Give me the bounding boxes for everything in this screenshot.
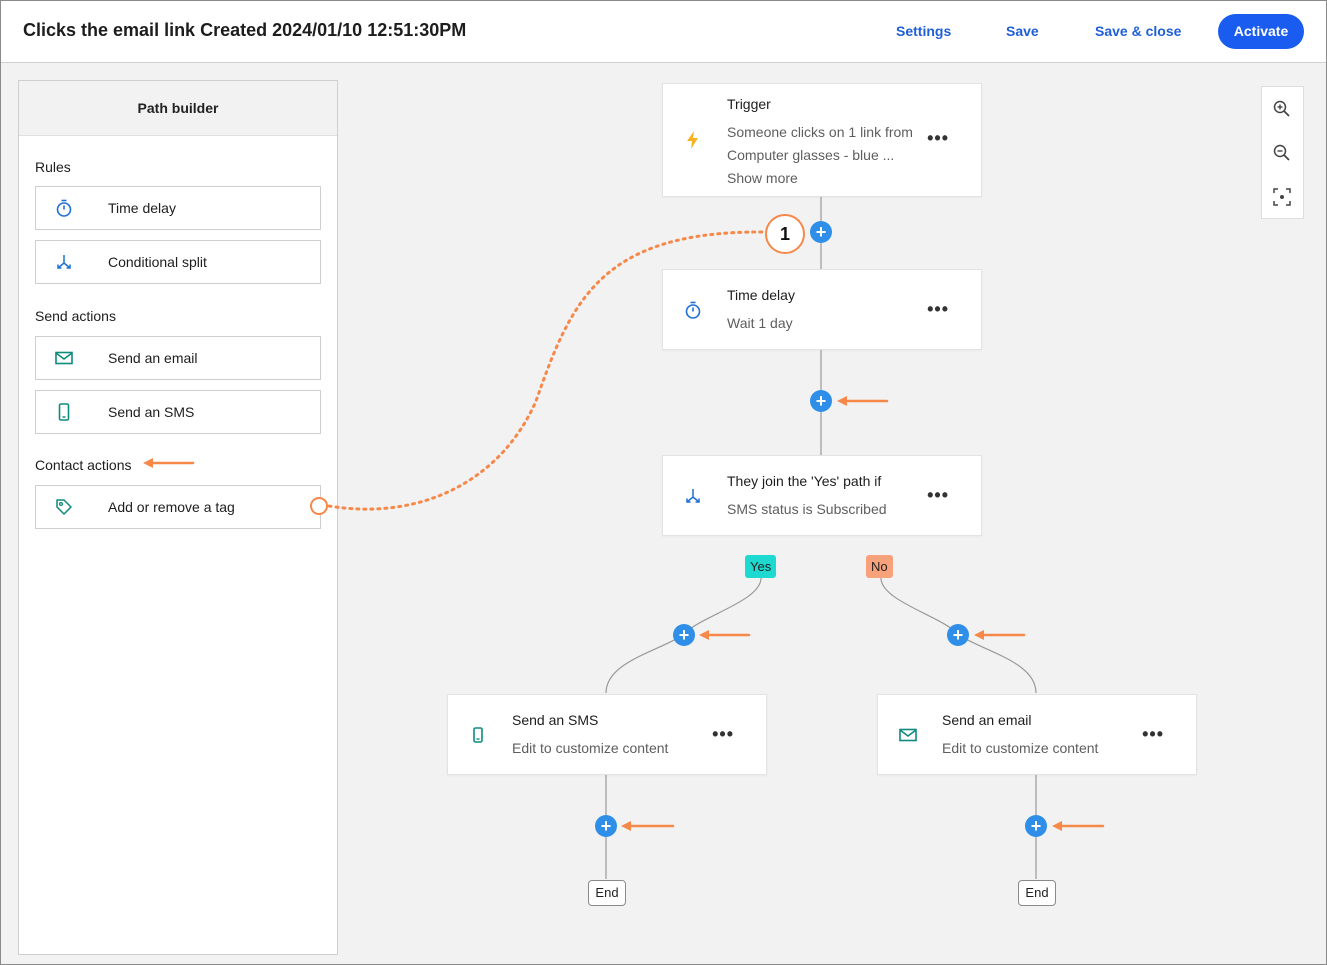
zoom-controls bbox=[1261, 86, 1304, 219]
section-contact-actions: Contact actions bbox=[35, 457, 132, 473]
time-delay-card[interactable]: Time delay Wait 1 day ••• bbox=[662, 269, 982, 350]
tool-add-remove-tag[interactable]: Add or remove a tag bbox=[35, 485, 321, 529]
show-more-link[interactable]: Show more bbox=[727, 170, 798, 186]
settings-link[interactable]: Settings bbox=[896, 23, 951, 39]
split-subtitle: SMS status is Subscribed bbox=[727, 501, 887, 517]
zoom-out-icon[interactable] bbox=[1272, 143, 1292, 163]
add-step-button[interactable]: + bbox=[810, 221, 832, 243]
tool-conditional-split[interactable]: Conditional split bbox=[35, 240, 321, 284]
section-rules: Rules bbox=[35, 159, 71, 175]
more-icon[interactable]: ••• bbox=[712, 724, 734, 745]
zoom-in-icon[interactable] bbox=[1272, 99, 1292, 119]
tool-label: Send an email bbox=[108, 350, 198, 366]
header-bar: Clicks the email link Created 2024/01/10… bbox=[1, 1, 1326, 63]
tag-icon bbox=[56, 499, 72, 515]
trigger-title: Trigger bbox=[727, 96, 771, 112]
sms-card-title: Send an SMS bbox=[512, 712, 599, 728]
phone-icon bbox=[473, 727, 483, 743]
trigger-card[interactable]: Trigger Someone clicks on 1 link from Co… bbox=[662, 83, 982, 197]
trigger-line-2: Computer glasses - blue ... bbox=[727, 147, 895, 163]
fit-screen-icon[interactable] bbox=[1272, 187, 1292, 207]
no-branch-label: No bbox=[866, 555, 893, 578]
timer-icon bbox=[685, 301, 701, 319]
add-step-button[interactable]: + bbox=[1025, 815, 1047, 837]
tool-label: Conditional split bbox=[108, 254, 207, 270]
send-email-card[interactable]: Send an email Edit to customize content … bbox=[877, 694, 1197, 775]
tool-time-delay[interactable]: Time delay bbox=[35, 186, 321, 230]
activate-button[interactable]: Activate bbox=[1218, 14, 1304, 49]
email-card-title: Send an email bbox=[942, 712, 1032, 728]
tool-send-sms[interactable]: Send an SMS bbox=[35, 390, 321, 434]
more-icon[interactable]: ••• bbox=[927, 299, 949, 320]
page-title: Clicks the email link Created 2024/01/10… bbox=[23, 20, 467, 40]
more-icon[interactable]: ••• bbox=[927, 128, 949, 149]
section-send-actions: Send actions bbox=[35, 308, 116, 324]
split-title: They join the 'Yes' path if bbox=[727, 473, 882, 489]
sms-card-subtitle: Edit to customize content bbox=[512, 740, 669, 756]
time-delay-subtitle: Wait 1 day bbox=[727, 315, 793, 331]
add-step-button[interactable]: + bbox=[673, 624, 695, 646]
mail-icon bbox=[55, 351, 73, 365]
tool-label: Send an SMS bbox=[108, 404, 195, 420]
save-link[interactable]: Save bbox=[1006, 23, 1039, 39]
add-step-button[interactable]: + bbox=[810, 390, 832, 412]
end-node: End bbox=[588, 880, 626, 906]
panel-title: Path builder bbox=[19, 81, 337, 136]
more-icon[interactable]: ••• bbox=[927, 485, 949, 506]
save-close-link[interactable]: Save & close bbox=[1095, 23, 1181, 39]
send-sms-card[interactable]: Send an SMS Edit to customize content ••… bbox=[447, 694, 767, 775]
lightning-icon bbox=[687, 131, 698, 149]
conditional-split-card[interactable]: They join the 'Yes' path if SMS status i… bbox=[662, 455, 982, 536]
tool-send-email[interactable]: Send an email bbox=[35, 336, 321, 380]
yes-branch-label: Yes bbox=[745, 555, 777, 578]
more-icon[interactable]: ••• bbox=[1142, 724, 1164, 745]
timer-icon bbox=[56, 199, 72, 217]
split-icon bbox=[686, 489, 700, 503]
app-frame: Clicks the email link Created 2024/01/10… bbox=[0, 0, 1327, 965]
split-icon bbox=[57, 255, 71, 269]
end-node: End bbox=[1018, 880, 1056, 906]
add-step-button[interactable]: + bbox=[595, 815, 617, 837]
callout-badge: 1 bbox=[765, 214, 805, 254]
tool-label: Add or remove a tag bbox=[108, 499, 235, 515]
email-card-subtitle: Edit to customize content bbox=[942, 740, 1099, 756]
mail-icon bbox=[899, 728, 917, 742]
tool-label: Time delay bbox=[108, 200, 176, 216]
phone-icon bbox=[58, 403, 70, 421]
time-delay-title: Time delay bbox=[727, 287, 795, 303]
trigger-line-1: Someone clicks on 1 link from bbox=[727, 124, 913, 140]
add-step-button[interactable]: + bbox=[947, 624, 969, 646]
path-builder-panel: Path builder Rules Time delay Conditiona… bbox=[18, 80, 338, 955]
